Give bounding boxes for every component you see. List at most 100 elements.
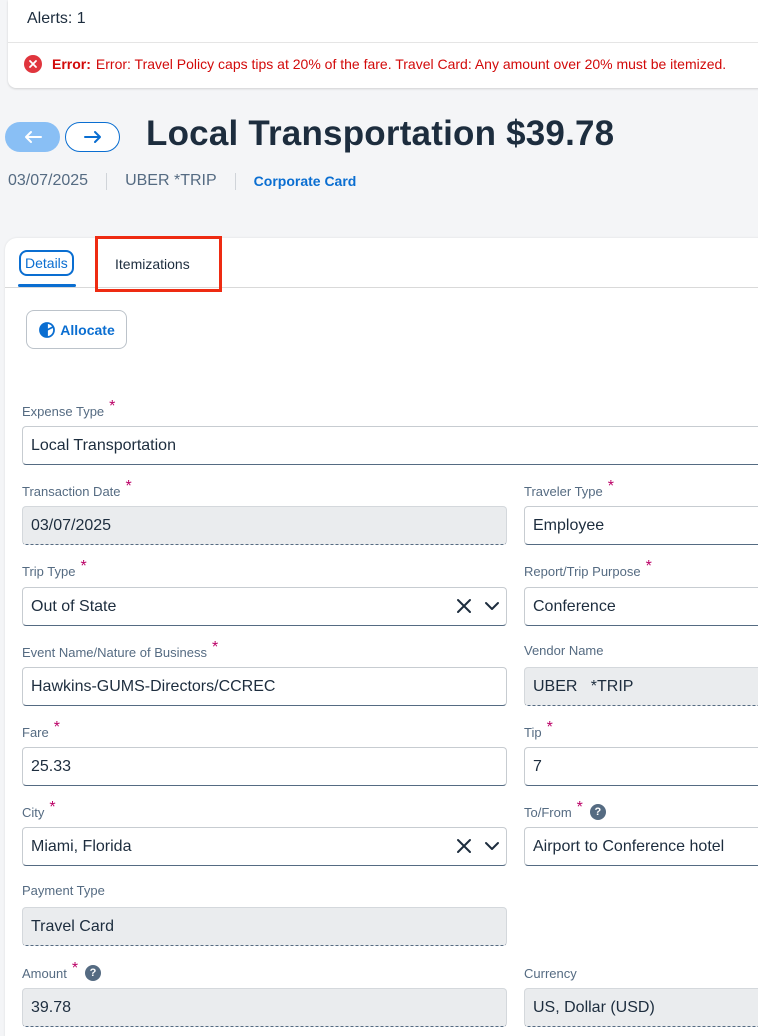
help-icon[interactable]: ? [85,965,102,981]
required-indicator: * [211,639,219,656]
field-value: 25.33 [31,757,72,775]
help-icon[interactable]: ? [589,804,606,820]
error-alert: Error: Error: Travel Policy caps tips at… [24,55,726,73]
expense-type-label: Expense Type * [22,398,115,420]
allocate-icon [39,321,56,338]
expense-vendor: UBER *TRIP [125,172,217,189]
traveler-type-field[interactable]: Employee [524,506,758,545]
field-value: Out of State [31,597,117,615]
highlight-box [95,236,222,292]
expense-date: 03/07/2025 [8,172,89,189]
expense-type-field[interactable]: Local Transportation [22,426,758,465]
alerts-title: Alerts: 1 [27,10,86,27]
to-from-field[interactable]: Airport to Conference hotel [524,827,758,866]
label-text: Tip [524,724,542,740]
label-text: Transaction Date [22,483,121,499]
required-indicator: * [109,398,116,415]
field-value: UBER *TRIP [533,677,634,695]
event-name-field[interactable]: Hawkins-GUMS-Directors/CCREC [22,667,507,706]
previous-expense-button[interactable] [5,122,60,152]
error-label: Error: [52,56,91,72]
field-value: US, Dollar (USD) [533,998,655,1016]
required-indicator: * [53,719,60,736]
field-value: 7 [533,757,542,775]
alerts-panel: Alerts: 1 Error: Error: Travel Policy ca… [8,0,758,88]
required-indicator: * [546,719,553,736]
tab-details[interactable]: Details [19,250,74,276]
traveler-type-label: Traveler Type * [524,478,614,500]
to-from-label: To/From * ? [524,799,606,821]
field-value: 03/07/2025 [31,516,112,534]
city-select[interactable]: Miami, Florida [22,827,507,866]
divider [234,172,236,190]
required-indicator: * [71,960,79,977]
allocate-label: Allocate [60,321,115,338]
label-text: City [22,804,45,820]
label-text: Report/Trip Purpose [524,563,641,579]
required-indicator: * [607,478,614,495]
error-icon [24,55,42,73]
clear-icon[interactable] [456,598,472,614]
arrow-right-icon [83,131,101,143]
transaction-date-field: 03/07/2025 [22,506,507,545]
clear-icon[interactable] [456,838,472,854]
allocate-button[interactable]: Allocate [26,310,127,349]
payment-method: Corporate Card [253,173,357,189]
payment-type-label: Payment Type [22,883,105,898]
expense-meta: 03/07/2025 UBER *TRIP Corporate Card [8,172,356,190]
divider [8,42,758,43]
label-text: Fare [22,724,49,740]
select-controls [456,598,500,614]
transaction-date-label: Transaction Date * [22,478,132,500]
divider [106,172,108,190]
trip-type-label: Trip Type * [22,558,87,580]
chevron-down-icon[interactable] [484,838,500,854]
field-value: Hawkins-GUMS-Directors/CCREC [31,677,276,695]
field-value: Travel Card [31,917,114,935]
currency-field: US, Dollar (USD) [524,988,758,1027]
report-purpose-label: Report/Trip Purpose * [524,558,652,580]
tab-bar: Details Itemizations [5,236,758,292]
arrow-left-icon [24,131,42,143]
select-controls [456,838,500,854]
fare-label: Fare * [22,719,60,741]
field-value: 39.78 [31,998,72,1016]
chevron-down-icon[interactable] [484,598,500,614]
field-value: Miami, Florida [31,837,132,855]
field-value: Airport to Conference hotel [533,837,725,855]
label-text: Traveler Type [524,483,603,499]
amount-field: 39.78 [22,988,507,1027]
currency-label: Currency [524,966,577,981]
required-indicator: * [576,799,583,816]
required-indicator: * [125,478,132,495]
fare-field[interactable]: 25.33 [22,747,507,786]
error-message: Error: Travel Policy caps tips at 20% of… [95,56,727,72]
field-value: Employee [533,516,605,534]
active-tab-indicator [18,284,76,287]
label-text: Expense Type [22,403,105,419]
required-indicator: * [645,558,652,575]
vendor-name-label: Vendor Name [524,643,604,658]
field-value: Conference [533,597,616,615]
trip-type-select[interactable]: Out of State [22,587,507,626]
label-text: Vendor Name [524,643,604,658]
city-label: City * [22,799,56,821]
vendor-name-field: UBER *TRIP [524,667,758,706]
next-expense-button[interactable] [65,122,120,152]
label-text: Event Name/Nature of Business [22,644,207,660]
report-purpose-field[interactable]: Conference [524,587,758,626]
label-text: Trip Type [22,563,76,579]
tip-label: Tip * [524,719,553,741]
page-title: Local Transportation $39.78 [146,114,615,153]
label-text: Currency [524,966,577,981]
event-name-label: Event Name/Nature of Business * [22,639,218,661]
label-text: To/From [524,804,572,820]
field-value: Local Transportation [31,436,176,454]
required-indicator: * [49,799,56,816]
label-text: Amount [22,965,67,981]
amount-label: Amount * ? [22,960,102,982]
payment-type-field: Travel Card [22,907,507,946]
required-indicator: * [80,558,87,575]
tip-field[interactable]: 7 [524,747,758,786]
label-text: Payment Type [22,883,105,898]
